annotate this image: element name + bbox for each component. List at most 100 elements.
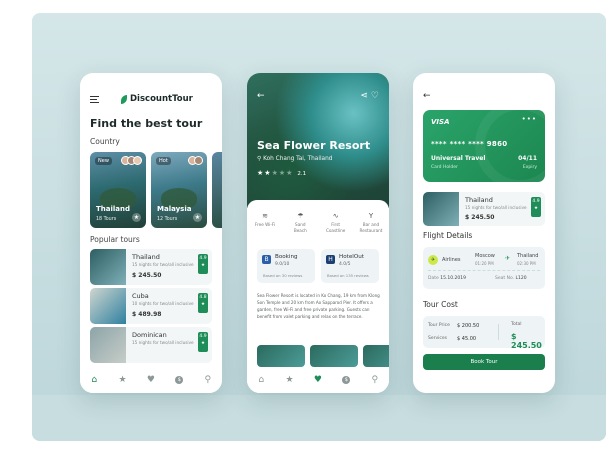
umbrella-icon: ☂ [297,212,304,220]
amenity-wifi: ≋ Free Wi-Fi [253,212,277,233]
tour-name: Thailand [132,253,160,261]
tour-price: $ 489.98 [132,311,162,318]
section-popular-title: Popular tours [90,235,140,244]
book-tour-button[interactable]: Book Tour [423,354,545,370]
waves-icon: ∿ [332,212,339,220]
share-icon[interactable]: ⋖ [361,91,369,101]
rating-badge: 4.9 ★ [198,254,208,274]
tour-item-dominican[interactable]: Dominican 15 nights for two/all inclusiv… [90,327,212,363]
resort-info-card: ≋ Free Wi-Fi ☂ Sand Beach ∿ First Coastl… [247,200,389,393]
more-icon[interactable]: ••• [522,115,537,123]
rating-count: 2.1 [297,171,307,177]
date-value: 15.10.2019 [440,276,466,281]
tour-desc: 15 nights for two/all inclusive [465,205,527,210]
card-expiry: 04/11 [518,155,537,162]
top-bar: DiscountTour [90,92,212,106]
booking-rating-card[interactable]: B Booking 9.0/10 Based on 30 reviews [257,249,315,283]
tour-price-label: Tour Price [428,323,450,328]
card-holder: Universal Travel [431,155,486,162]
menu-icon[interactable] [90,95,99,103]
star-nav-icon[interactable]: ★ [116,375,130,385]
gallery-photo[interactable] [257,345,305,367]
location-text: Koh Chang Tai, Thailand [263,156,333,162]
card-brand: VISA [431,118,450,126]
home-icon[interactable]: ⌂ [254,375,268,385]
rating-badge: 4.9 ★ [198,332,208,352]
rating-site-name: Booking [275,254,298,260]
seat-label: Seat No. [495,276,515,281]
country-card-malaysia[interactable]: Hot Malaysia 12 Tours ★ [151,152,207,228]
photo-gallery [257,345,389,367]
country-name: Thailand [96,205,130,213]
phone-resort-details: ← ⋖ ♡ Sea Flower Resort ⚲ Koh Chang Tai,… [247,73,389,393]
coin-icon[interactable]: $ [172,376,186,384]
tour-item-thailand[interactable]: Thailand 15 nights for two/all inclusive… [90,249,212,285]
tour-item-cuba[interactable]: Cuba 10 nights for two/all inclusive $ 4… [90,288,212,324]
wifi-icon: ≋ [262,212,268,220]
booking-logo-icon: B [262,255,271,264]
leaf-logo-icon [121,94,127,104]
resort-location: ⚲ Koh Chang Tai, Thailand [257,156,332,162]
country-tours: 12 Tours [157,217,178,222]
search-icon[interactable]: ⚲ [201,375,215,385]
total-value: $ 245.50 [511,332,542,350]
page-title: Find the best tour [90,117,203,130]
date-label: Date [428,276,439,281]
amenity-label: Sand Beach [293,222,307,233]
services-value: $ 45.00 [457,336,477,342]
back-arrow-icon[interactable]: ← [257,91,265,101]
avatar [194,156,203,165]
star-icon: ★ [200,341,206,346]
gallery-photo[interactable] [310,345,358,367]
hotelout-logo-icon: H [326,255,335,264]
flight-date: Date 15.10.2019 [428,276,466,281]
flight-from: Moscow [475,253,495,259]
country-card-partial[interactable] [212,152,222,228]
tour-price: $ 245.50 [465,214,495,221]
hero-actions: ⋖ ♡ [361,91,380,101]
rating-value: 4.9 [199,334,207,339]
star-icon: ★★ [257,169,272,177]
tour-price-value: $ 200.50 [457,323,480,329]
rating-reviews: Based on 135 reviews [327,273,369,278]
home-icon[interactable]: ⌂ [87,375,101,385]
star-nav-icon[interactable]: ★ [283,375,297,385]
search-icon[interactable]: ⚲ [368,375,382,385]
selected-tour[interactable]: Thailand 15 nights for two/all inclusive… [423,192,545,226]
star-icon: ★ [200,302,206,307]
back-arrow-icon[interactable]: ← [423,91,431,101]
rating-value: 4.9 [199,256,207,261]
flight-to: Thailand [517,253,539,259]
tour-name: Cuba [132,292,149,300]
avatar-group [121,156,142,165]
heart-icon[interactable]: ♥ [144,375,158,385]
rating-reviews: Based on 30 reviews [263,273,303,278]
total-label: Total [511,322,522,327]
hotelout-rating-card[interactable]: H HotelOut 4.0/5 Based on 135 reviews [321,249,379,283]
heart-icon[interactable]: ♥ [311,375,325,385]
rating-value: 4.8 [199,295,207,300]
gallery-photo[interactable] [363,345,389,367]
card-expiry-label: Expiry [522,165,537,170]
rating-badge: 4.9 ★ [531,197,541,217]
flight-card: ✈ Airlines Moscow 01:20 PM ✈ Thailand 02… [423,247,545,289]
tour-image [423,192,459,226]
card-number: **** **** **** 9860 [431,140,508,148]
heart-outline-icon[interactable]: ♡ [371,91,379,101]
payment-card[interactable]: VISA ••• **** **** **** 9860 Universal T… [423,110,545,182]
tour-image [90,327,126,363]
avatar-group [188,156,203,165]
country-name: Malaysia [157,205,192,213]
coin-icon[interactable]: $ [339,376,353,384]
star-icon[interactable]: ★ [193,213,202,222]
showcase-background: DiscountTour Find the best tour Country … [32,13,606,441]
star-icon[interactable]: ★ [132,213,141,222]
pin-icon: ⚲ [257,156,262,162]
hot-tag: Hot [156,157,171,165]
tour-price: $ 245.50 [132,272,162,279]
country-card-thailand[interactable]: New Thailand 18 Tours ★ [90,152,146,228]
plane-icon: ✈ [505,255,511,262]
resort-title: Sea Flower Resort [257,139,371,152]
cost-card: Tour Price $ 200.50 Services $ 45.00 Tot… [423,316,545,350]
phone-home-screen: DiscountTour Find the best tour Country … [80,73,222,393]
